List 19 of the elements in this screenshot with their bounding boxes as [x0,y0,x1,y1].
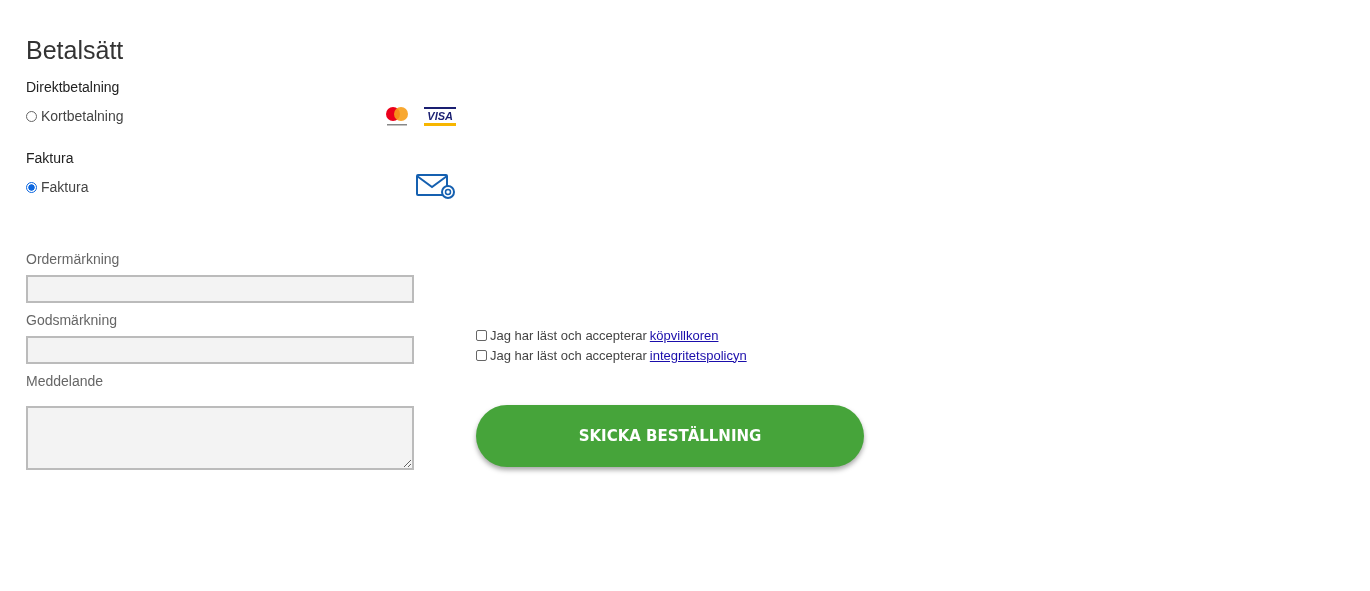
input-field[interactable] [26,275,414,303]
checkbox[interactable] [476,329,487,341]
consent-text: Jag har läst och accepterar [490,327,647,343]
message-field[interactable] [26,406,414,470]
payment-option[interactable]: Faktura [26,179,89,195]
payment-option[interactable]: Kortbetalning [26,108,124,124]
field-label: Godsmärkning [26,312,119,328]
section-heading: Faktura [26,150,75,166]
field-label: Meddelande [26,373,105,389]
terms-link[interactable]: integritetspolicyn [649,347,747,363]
card-logo-icon [384,105,411,127]
consent-text: Jag har läst och accepterar [490,347,647,363]
page-title: Betalsätt [26,36,125,65]
input-field[interactable] [26,336,414,364]
terms-link[interactable]: köpvillkoren [649,327,719,343]
field-label: Ordermärkning [26,251,121,267]
checkbox[interactable] [476,349,487,361]
section-heading: Direktbetalning [26,79,121,95]
envelope-icon [416,173,456,201]
